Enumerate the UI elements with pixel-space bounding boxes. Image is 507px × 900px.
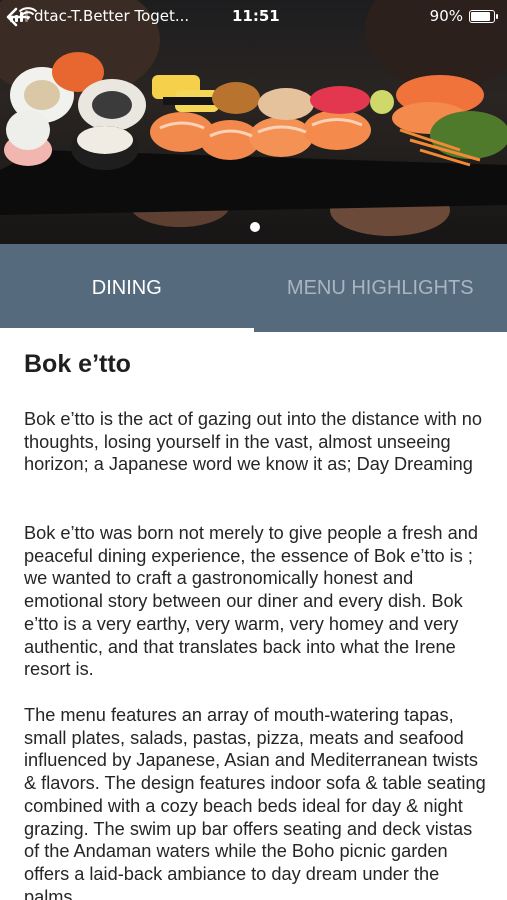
article-paragraph-1: Bok e’tto is the act of gazing out into … xyxy=(24,409,482,475)
tab-dining-label: DINING xyxy=(91,276,162,299)
sushi-platter-illustration xyxy=(0,0,507,236)
article-paragraph-2: Bok e’tto was born not merely to give pe… xyxy=(24,523,478,680)
page-title: Bok e’tto xyxy=(24,350,131,378)
back-arrow-icon[interactable] xyxy=(0,0,34,34)
tab-menu-highlights[interactable]: MENU HIGHLIGHTS xyxy=(254,244,507,332)
battery-percent: 90% xyxy=(429,7,463,25)
tab-menu-highlights-label: MENU HIGHLIGHTS xyxy=(286,276,474,299)
tab-dining[interactable]: DINING xyxy=(0,244,254,332)
battery-icon xyxy=(469,9,498,23)
carousel-dot-active[interactable] xyxy=(250,222,260,232)
status-bar: dtac-T.Better Toget... 11:51 90% xyxy=(0,0,507,32)
carrier-name: dtac-T.Better Toget... xyxy=(34,7,190,25)
tab-bar: DINING MENU HIGHLIGHTS xyxy=(0,244,507,332)
article-content: Bok e’tto Bok e’tto is the act of gazing… xyxy=(24,340,486,900)
hero-image: dtac-T.Better Toget... 11:51 90% xyxy=(0,0,507,244)
article-paragraph-3: The menu features an array of mouth-wate… xyxy=(24,705,486,900)
status-time: 11:51 xyxy=(232,7,280,25)
